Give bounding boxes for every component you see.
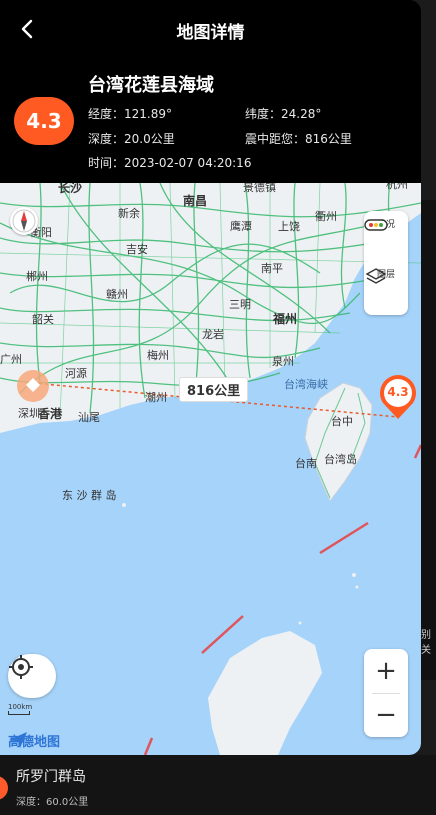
scale-bar xyxy=(8,711,30,715)
layer-toggle[interactable]: 图层 xyxy=(364,267,408,284)
label-dongsha: 东 沙 群 岛 xyxy=(62,489,117,502)
label-taiwan-strait: 台湾海峡 xyxy=(284,378,328,391)
label-jian: 吉安 xyxy=(126,243,148,256)
label-shaoguan: 韶关 xyxy=(32,313,54,326)
label-hongkong: 香港 xyxy=(38,407,63,421)
time-value: 时间：2023-02-07 04:20:16 xyxy=(88,156,252,170)
zoom-out-button[interactable]: − xyxy=(364,693,408,737)
map-canvas xyxy=(0,183,421,755)
label-shenzhen: 深圳 xyxy=(18,407,40,420)
zoom-in-button[interactable]: + xyxy=(364,649,408,693)
amap-logo-icon xyxy=(9,732,27,748)
background-list-edge xyxy=(420,200,436,680)
label-ganzhou: 赣州 xyxy=(106,288,128,301)
taiwan-island xyxy=(304,382,373,502)
map-detail-panel: 地图详情 4.3 台湾花莲县海域 经度：121.89° 纬度：24.28° 深度… xyxy=(0,0,421,755)
label-nanping: 南平 xyxy=(261,262,283,275)
label-tainan: 台南 xyxy=(295,457,317,470)
quake-location: 台湾花莲县海域 xyxy=(88,75,214,96)
detail-header: 地图详情 4.3 台湾花莲县海域 经度：121.89° 纬度：24.28° 深度… xyxy=(0,0,421,183)
magnitude-badge: 4.3 xyxy=(14,97,74,145)
label-shanwei: 汕尾 xyxy=(78,411,100,424)
background-item-title: 所罗门群岛 xyxy=(16,769,86,785)
label-quzhou: 衢州 xyxy=(315,210,337,223)
depth-value: 深度：20.0公里 xyxy=(88,132,175,146)
label-chenzhou: 郴州 xyxy=(26,270,48,283)
label-chaozhou: 潮州 xyxy=(145,391,167,404)
longitude-value: 经度：121.89° xyxy=(88,107,172,121)
latitude-value: 纬度：24.28° xyxy=(245,107,322,121)
distance-tag: 816公里 xyxy=(179,377,249,402)
locate-icon xyxy=(9,655,33,679)
map-layer-panel: 路况 图层 xyxy=(364,211,408,315)
label-shangrao: 上饶 xyxy=(278,220,300,233)
label-xinyu: 新余 xyxy=(118,207,140,220)
distance-value: 震中距您：816公里 xyxy=(245,132,352,146)
luzon-island xyxy=(208,631,322,755)
label-fuzhou: 福州 xyxy=(273,312,298,326)
small-islands xyxy=(122,503,359,625)
scale-label: 100km xyxy=(8,703,33,711)
amap-logo: 高德地图 xyxy=(8,731,60,750)
map-scale: 100km xyxy=(8,703,32,715)
label-guang: 广州 xyxy=(0,353,22,366)
zoom-controls: + − xyxy=(364,649,408,737)
label-sanming: 三明 xyxy=(229,298,251,311)
map-view[interactable]: 长沙 南昌 景德镇 杭州 新余 鹰潭 上饶 衢州 衡阳 吉安 南平 郴州 赣州 … xyxy=(0,178,421,755)
epicenter-magnitude[interactable]: 4.3 xyxy=(386,385,410,399)
label-meizhou: 梅州 xyxy=(147,349,169,362)
background-label: 别关 xyxy=(421,630,431,656)
traffic-icon xyxy=(364,219,388,231)
background-item-depth: 深度：60.0公里 xyxy=(16,797,89,808)
label-yingtan: 鹰潭 xyxy=(230,220,252,233)
label-taizhong: 台中 xyxy=(331,415,353,428)
traffic-toggle[interactable]: 路况 xyxy=(364,217,408,231)
locate-button[interactable] xyxy=(8,654,56,698)
label-quanzhou: 泉州 xyxy=(272,355,294,368)
label-heyuan: 河源 xyxy=(65,367,87,380)
label-taiwan-island: 台湾岛 xyxy=(324,453,357,466)
label-nanchang: 南昌 xyxy=(183,194,208,208)
page-title: 地图详情 xyxy=(176,23,245,43)
compass-button[interactable] xyxy=(10,207,38,235)
layers-icon xyxy=(365,268,387,284)
label-longyan: 龙岩 xyxy=(202,328,224,341)
compass-icon xyxy=(12,209,36,233)
